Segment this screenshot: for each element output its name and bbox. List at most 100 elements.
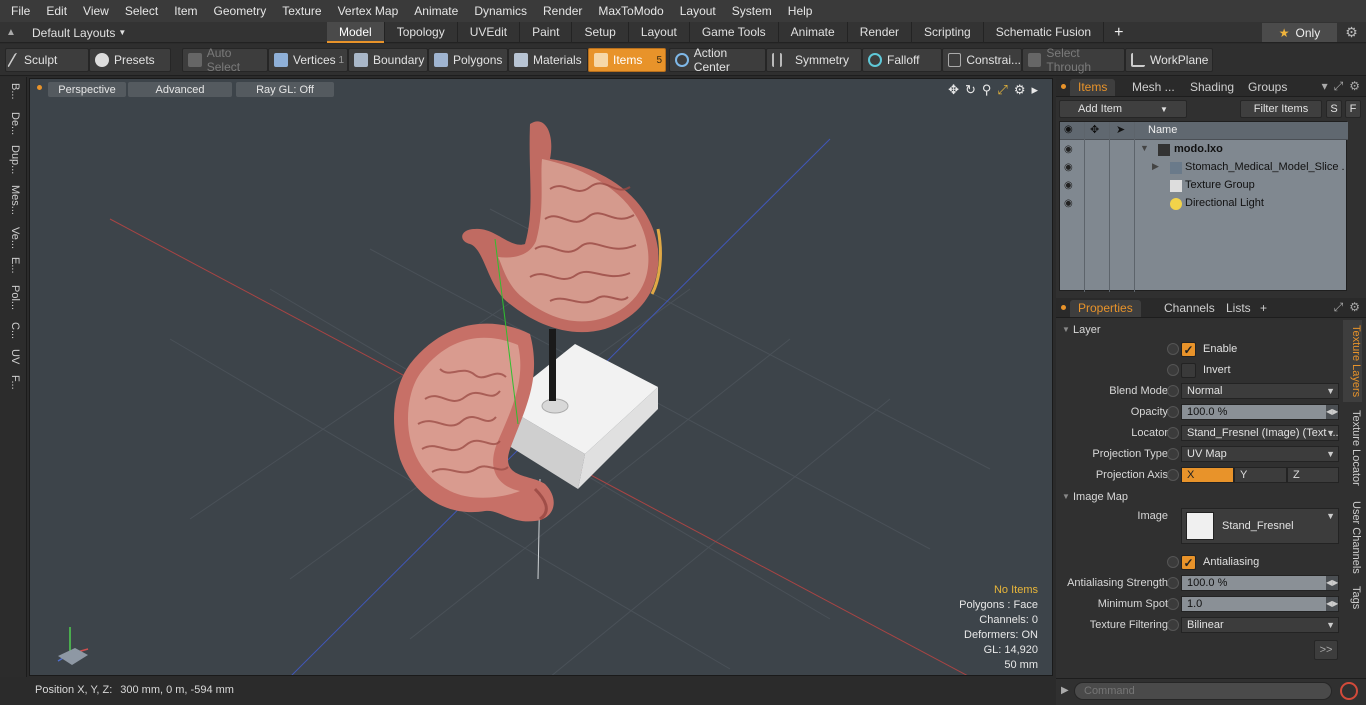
antialiasing-knob[interactable] (1167, 556, 1179, 568)
dropdown-icon[interactable]: ▾ (1322, 79, 1328, 94)
expand-icon[interactable]: ⤢ (1334, 300, 1344, 315)
tab-mesh[interactable]: Mesh ... (1124, 79, 1183, 96)
menu-animate[interactable]: Animate (406, 0, 466, 22)
opacity-knob[interactable] (1167, 406, 1179, 418)
eye-icon[interactable]: ◉ (1064, 180, 1073, 191)
menu-system[interactable]: System (724, 0, 780, 22)
tab-shading[interactable]: Shading (1182, 79, 1242, 96)
tab-paint[interactable]: Paint (520, 22, 573, 43)
select-through-button[interactable]: Select Through (1022, 46, 1125, 74)
panel-gear-icon[interactable]: ⚙ (1349, 79, 1360, 94)
presets-button[interactable]: Presets (89, 48, 171, 72)
opacity-input[interactable]: 100.0 % ◀▶ (1181, 404, 1339, 420)
eye-icon[interactable]: ◉ (1064, 162, 1073, 173)
axis-x-button[interactable]: X (1181, 467, 1234, 483)
raygl-button[interactable]: Ray GL: Off (236, 82, 334, 97)
tab-texture-layers[interactable]: Texture Layers (1343, 320, 1362, 402)
add-tab-button[interactable]: + (1252, 300, 1275, 317)
layout-selector[interactable]: ▲ Default Layouts ▼ (6, 24, 126, 41)
list-item[interactable]: ◉ ▶ Stomach_Medical_Model_Slice ... (1060, 159, 1348, 177)
eye-icon[interactable]: ◉ (1064, 198, 1073, 209)
tab-texture-locator[interactable]: Texture Locator (1343, 407, 1362, 489)
image-select[interactable]: Stand_Fresnel ▼ (1181, 508, 1339, 544)
items-button[interactable]: Items 5 (588, 48, 666, 72)
blend-mode-knob[interactable] (1167, 385, 1179, 397)
action-center-button[interactable]: Action Center (669, 46, 766, 74)
view-mode-button[interactable]: Perspective (48, 82, 126, 97)
axis-z-button[interactable]: Z (1287, 467, 1339, 483)
viewport-gear-icon[interactable]: ⚙ (1014, 82, 1026, 98)
only-button[interactable]: ★ Only (1262, 23, 1337, 42)
left-tab-5[interactable]: Ve... (5, 227, 21, 249)
menu-dynamics[interactable]: Dynamics (466, 0, 535, 22)
properties-panel-dot[interactable] (1061, 305, 1066, 310)
eye-icon[interactable]: ◉ (1064, 144, 1073, 155)
zoom-icon[interactable]: ⚲ (982, 82, 992, 98)
left-tab-6[interactable]: E... (5, 257, 21, 274)
spinner-icon[interactable]: ◀▶ (1326, 405, 1338, 419)
gear-icon[interactable]: ⚙ (1343, 24, 1360, 41)
tab-user-channels[interactable]: User Channels (1343, 497, 1362, 577)
move-icon[interactable]: ✥ (948, 82, 959, 98)
materials-button[interactable]: Materials (508, 48, 588, 72)
tab-items[interactable]: Items (1070, 79, 1116, 96)
viewport-menu-dot[interactable] (37, 85, 42, 90)
menu-render[interactable]: Render (535, 0, 590, 22)
tab-channels[interactable]: Channels (1156, 300, 1223, 317)
add-item-button[interactable]: Add Item ▼ (1059, 100, 1187, 118)
tab-game-tools[interactable]: Game Tools (690, 22, 779, 43)
panel-gear-icon[interactable]: ⚙ (1349, 300, 1360, 315)
tab-layout[interactable]: Layout (629, 22, 690, 43)
layer-section[interactable]: ▼ Layer (1059, 321, 1339, 339)
list-item[interactable]: ◉ Texture Group (1060, 177, 1348, 195)
workplane-button[interactable]: WorkPlane (1125, 48, 1213, 72)
menu-help[interactable]: Help (780, 0, 821, 22)
projection-type-knob[interactable] (1167, 448, 1179, 460)
left-tab-4[interactable]: Mes... (5, 185, 21, 215)
spinner-icon[interactable]: ◀▶ (1326, 576, 1338, 590)
items-panel-dot[interactable] (1061, 84, 1066, 89)
menu-vertex-map[interactable]: Vertex Map (330, 0, 407, 22)
texture-filtering-knob[interactable] (1167, 619, 1179, 631)
sculpt-button[interactable]: Sculpt (5, 48, 89, 72)
menu-texture[interactable]: Texture (274, 0, 329, 22)
tab-render[interactable]: Render (848, 22, 913, 43)
more-button[interactable]: >> (1314, 640, 1338, 660)
min-spot-input[interactable]: 1.0 ◀▶ (1181, 596, 1339, 612)
list-item[interactable]: ◉ ▼ modo.lxo (1060, 141, 1348, 159)
tab-uvedit[interactable]: UVEdit (458, 22, 521, 43)
left-tab-9[interactable]: UV (5, 349, 21, 364)
invert-checkbox[interactable] (1181, 363, 1196, 378)
antialiasing-checkbox[interactable]: ✓ (1181, 555, 1196, 570)
tab-setup[interactable]: Setup (572, 22, 629, 43)
menu-view[interactable]: View (75, 0, 117, 22)
3d-viewport[interactable]: Perspective Advanced Ray GL: Off ✥ ↻ ⚲ ⤢… (29, 78, 1053, 676)
projection-type-select[interactable]: UV Map ▼ (1181, 446, 1339, 462)
tab-model[interactable]: Model (327, 22, 385, 43)
aa-strength-knob[interactable] (1167, 577, 1179, 589)
min-spot-knob[interactable] (1167, 598, 1179, 610)
shading-mode-button[interactable]: Advanced (128, 82, 232, 97)
menu-maxtomodo[interactable]: MaxToModo (590, 0, 671, 22)
viewport-expand-icon[interactable]: ▸ (1031, 82, 1038, 98)
menu-edit[interactable]: Edit (38, 0, 75, 22)
left-tab-3[interactable]: Dup... (5, 145, 21, 174)
blend-mode-select[interactable]: Normal ▼ (1181, 383, 1339, 399)
tab-topology[interactable]: Topology (385, 22, 458, 43)
polygons-button[interactable]: Polygons (428, 48, 508, 72)
enable-knob[interactable] (1167, 343, 1179, 355)
command-arrow-icon[interactable]: ▶ (1061, 685, 1069, 696)
list-item[interactable]: ◉ Directional Light (1060, 195, 1348, 213)
add-tab-button[interactable]: + (1104, 22, 1133, 43)
tab-schematic-fusion[interactable]: Schematic Fusion (984, 22, 1105, 43)
left-tab-2[interactable]: De... (5, 112, 21, 135)
left-tab-7[interactable]: Pol... (5, 285, 21, 310)
aa-strength-input[interactable]: 100.0 % ◀▶ (1181, 575, 1339, 591)
expand-icon[interactable]: ⤢ (1334, 79, 1344, 94)
left-tab-8[interactable]: C... (5, 322, 21, 339)
boundary-button[interactable]: Boundary (348, 48, 428, 72)
tab-properties[interactable]: Properties (1070, 300, 1141, 317)
enable-checkbox[interactable]: ✓ (1181, 342, 1196, 357)
menu-layout[interactable]: Layout (672, 0, 724, 22)
tab-tags[interactable]: Tags (1343, 583, 1362, 613)
